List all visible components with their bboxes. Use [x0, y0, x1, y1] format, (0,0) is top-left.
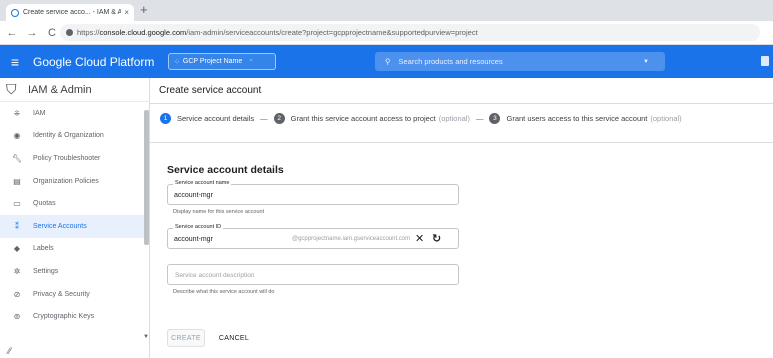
shield-check-icon: ⊘: [13, 289, 21, 299]
url-domain: console.cloud.google.com: [99, 28, 187, 37]
step-label[interactable]: Grant this service account access to pro…: [291, 114, 436, 123]
browser-tab[interactable]: Create service acco... - IAM & A ×: [6, 4, 134, 21]
forward-arrow-icon[interactable]: →: [24, 27, 40, 39]
document-icon: ▤: [13, 176, 21, 186]
step-separator: —: [475, 114, 484, 123]
field-label: Service account ID: [173, 224, 224, 230]
browser-window: Create service acco... - IAM & A × + ← →…: [0, 0, 773, 358]
sidebar-item-label: Privacy & Security: [33, 290, 90, 298]
sidebar-item-iam[interactable]: ⁜ IAM: [0, 102, 149, 125]
create-button[interactable]: CREATE: [167, 329, 205, 347]
section-title: Service account details: [167, 164, 284, 176]
step-optional: (optional): [650, 114, 682, 123]
shield-icon: ⛉: [6, 81, 17, 97]
divider: [150, 142, 773, 143]
brand-title[interactable]: Google Cloud Platform: [33, 55, 154, 69]
sidebar-item-privacy-security[interactable]: ⊘ Privacy & Security: [0, 283, 149, 306]
sidebar-item-settings[interactable]: ✲ Settings: [0, 260, 149, 283]
sidebar-item-organization-policies[interactable]: ▤ Organization Policies: [0, 170, 149, 193]
sidebar-item-identity-organization[interactable]: ◉ Identity & Organization: [0, 125, 149, 148]
person-add-icon: ⁜: [13, 108, 21, 118]
clear-icon[interactable]: ✕: [415, 232, 424, 245]
step-number: 2: [273, 113, 285, 124]
service-account-id-field[interactable]: Service account ID account-mgr @gcpproje…: [167, 224, 459, 249]
service-account-name-field[interactable]: Service account name account-mgr: [167, 180, 459, 205]
field-label: Service account name: [173, 180, 232, 186]
field-hint: Display name for this service account: [173, 209, 265, 215]
project-name: GCP Project Name: [182, 58, 243, 65]
sidebar-item-policy-troubleshooter[interactable]: 🔧︎ Policy Troubleshooter: [0, 147, 149, 170]
sidebar-item-label: Labels: [33, 245, 54, 253]
sidebar-scrollbar[interactable]: [144, 110, 149, 245]
search-input[interactable]: ⚲ Search products and resources ▼: [375, 52, 665, 71]
sidebar-item-label: Service Accounts: [33, 222, 87, 230]
collapse-sidebar-icon[interactable]: ⁄⁄: [8, 346, 11, 356]
field-hint: Describe what this service account will …: [173, 289, 275, 295]
sidebar-item-label: Organization Policies: [33, 177, 99, 185]
key-icon: ⊚: [13, 312, 21, 322]
refresh-icon[interactable]: ↻: [432, 232, 441, 245]
project-dots-icon: ⁘: [174, 58, 180, 66]
stepper: 1 Service account details — 2 Grant this…: [160, 113, 682, 124]
tab-strip: Create service acco... - IAM & A × +: [0, 0, 773, 21]
tab-title: Create service acco... - IAM & A: [23, 9, 122, 16]
sidebar-title: IAM & Admin: [28, 83, 92, 96]
sidebar-item-service-accounts[interactable]: ⁑ Service Accounts: [0, 214, 149, 238]
url-path: /iam-admin/serviceaccounts/create?projec…: [186, 28, 478, 37]
sidebar-item-label: Policy Troubleshooter: [33, 154, 101, 162]
sidebar-item-label: Quotas: [33, 200, 56, 208]
service-account-icon: ⁑: [15, 221, 19, 231]
service-account-description-field[interactable]: Service account description: [167, 264, 459, 285]
sidebar-item-cryptographic-keys[interactable]: ⊚ Cryptographic Keys: [0, 305, 149, 328]
search-icon: ⚲: [385, 57, 391, 66]
gift-icon[interactable]: [761, 56, 769, 66]
gear-icon: ✲: [13, 266, 21, 276]
step-label[interactable]: Grant users access to this service accou…: [506, 114, 647, 123]
step-label[interactable]: Service account details: [177, 114, 254, 123]
sidebar-item-labels[interactable]: ◆ Labels: [0, 238, 149, 261]
field-value[interactable]: account-mgr: [174, 192, 213, 199]
browser-toolbar: ← → C https://console.cloud.google.com/i…: [0, 21, 773, 45]
monitor-icon: ▭: [13, 199, 21, 209]
page-title: Create service account: [150, 78, 773, 104]
gcp-header: ≡ Google Cloud Platform ⁘ GCP Project Na…: [0, 45, 773, 78]
account-circle-icon: ◉: [13, 131, 21, 141]
tag-icon: ◆: [13, 244, 21, 254]
step-number: 3: [489, 113, 501, 124]
sidebar-item-quotas[interactable]: ▭ Quotas: [0, 192, 149, 215]
close-tab-icon[interactable]: ×: [124, 8, 129, 17]
sidebar: ⛉ IAM & Admin ⁜ IAM ◉ Identity & Organiz…: [0, 78, 150, 358]
back-arrow-icon[interactable]: ←: [4, 27, 20, 39]
scroll-down-icon[interactable]: ▼: [143, 334, 149, 340]
step-number: 1: [160, 113, 171, 124]
sidebar-item-label: IAM: [33, 109, 46, 117]
main-content: Create service account 1 Service account…: [150, 78, 773, 358]
wrench-icon: 🔧︎: [11, 153, 23, 163]
site-info-icon[interactable]: [66, 29, 73, 36]
url-prefix: https://: [77, 28, 100, 37]
new-tab-button[interactable]: +: [140, 2, 148, 17]
project-selector[interactable]: ⁘ GCP Project Name ⌃: [168, 53, 276, 70]
sidebar-header: ⛉ IAM & Admin: [0, 78, 149, 102]
project-chevron-icon: ⌃: [248, 58, 255, 66]
chevron-down-icon[interactable]: ▼: [643, 59, 649, 65]
field-suffix: @gcpprojectname.iam.gserviceaccount.com: [292, 236, 411, 242]
field-placeholder: Service account description: [175, 272, 255, 279]
step-separator: —: [260, 114, 268, 123]
reload-icon[interactable]: C: [44, 27, 60, 39]
sidebar-item-label: Identity & Organization: [33, 132, 104, 140]
sidebar-item-label: Settings: [33, 267, 59, 275]
menu-icon[interactable]: ≡: [0, 54, 30, 70]
sidebar-item-label: Cryptographic Keys: [33, 313, 95, 321]
step-optional: (optional): [438, 114, 470, 123]
address-bar[interactable]: https://console.cloud.google.com/iam-adm…: [60, 24, 760, 41]
field-value[interactable]: account-mgr: [174, 236, 213, 243]
search-placeholder: Search products and resources: [398, 57, 503, 66]
gcp-favicon-icon: [11, 8, 19, 17]
cancel-button[interactable]: CANCEL: [214, 329, 254, 347]
